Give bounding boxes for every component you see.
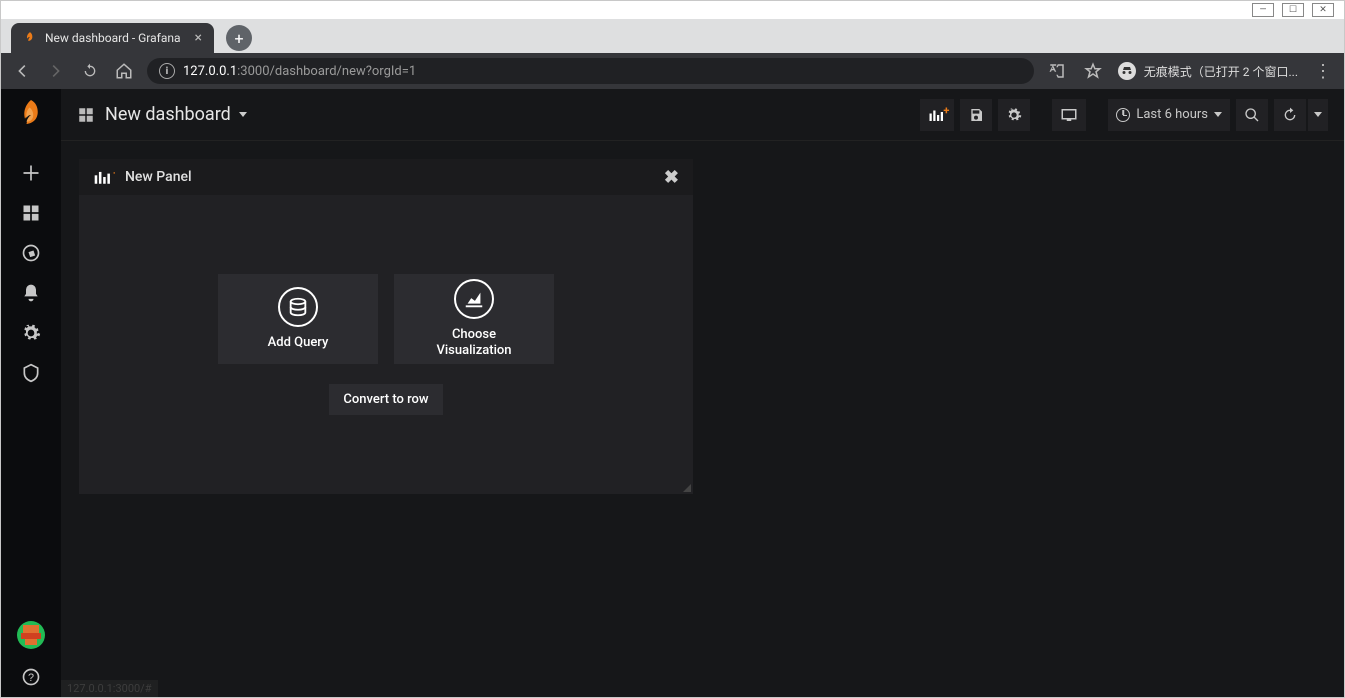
zoom-out-button[interactable] xyxy=(1236,99,1268,131)
browser-tab[interactable]: New dashboard - Grafana × xyxy=(11,23,214,53)
reload-button[interactable] xyxy=(79,60,101,82)
configuration-icon[interactable] xyxy=(11,313,51,353)
dashboard-title: New dashboard xyxy=(105,104,231,125)
new-panel: + New Panel ✖ Add Quer xyxy=(79,159,693,494)
create-icon[interactable] xyxy=(11,153,51,193)
tab-close-icon[interactable]: × xyxy=(195,30,202,46)
browser-tab-strip: New dashboard - Grafana × + xyxy=(1,19,1344,53)
help-icon[interactable]: ? xyxy=(11,657,51,697)
svg-text:+: + xyxy=(113,168,115,179)
plus-badge-icon: + xyxy=(943,104,949,117)
translate-icon[interactable] xyxy=(1046,60,1068,82)
dashboard-canvas: + New Panel ✖ Add Quer xyxy=(61,141,1344,697)
panel-close-icon[interactable]: ✖ xyxy=(664,167,679,188)
grafana-favicon-icon xyxy=(23,31,37,45)
incognito-indicator[interactable]: 无痕模式（已打开 2 个窗口... xyxy=(1118,62,1298,80)
choose-visualization-label: Choose Visualization xyxy=(436,327,511,360)
server-admin-icon[interactable] xyxy=(11,353,51,393)
sidebar: ? xyxy=(1,89,61,697)
chevron-down-icon xyxy=(1314,112,1322,117)
dashboard-title-dropdown[interactable]: New dashboard xyxy=(105,104,247,125)
new-tab-button[interactable]: + xyxy=(226,25,252,51)
window-close-button[interactable]: ✕ xyxy=(1312,3,1334,17)
dashboard-settings-button[interactable] xyxy=(998,99,1030,131)
forward-button[interactable] xyxy=(45,60,67,82)
refresh-interval-dropdown[interactable] xyxy=(1308,99,1328,131)
browser-toolbar: i 127.0.0.1:3000/dashboard/new?orgId=1 无… xyxy=(1,53,1344,89)
add-query-label: Add Query xyxy=(268,335,329,351)
database-icon xyxy=(278,287,318,327)
status-url-preview: 127.0.0.1:3000/# xyxy=(61,680,158,697)
address-bar[interactable]: i 127.0.0.1:3000/dashboard/new?orgId=1 xyxy=(147,58,1034,84)
save-dashboard-button[interactable] xyxy=(960,99,992,131)
time-range-label: Last 6 hours xyxy=(1136,107,1208,122)
caret-down-icon xyxy=(239,112,247,117)
bookmark-star-icon[interactable] xyxy=(1082,60,1104,82)
choose-visualization-card[interactable]: Choose Visualization xyxy=(394,274,554,364)
url-path: :3000/dashboard/new?orgId=1 xyxy=(237,64,416,79)
browser-menu-icon[interactable]: ⋮ xyxy=(1312,60,1334,82)
cycle-view-mode-button[interactable] xyxy=(1052,99,1086,131)
url-host: 127.0.0.1 xyxy=(183,64,237,79)
alerting-icon[interactable] xyxy=(11,273,51,313)
panel-title: New Panel xyxy=(125,169,192,185)
incognito-label: 无痕模式（已打开 2 个窗口... xyxy=(1144,63,1298,80)
add-panel-button[interactable]: + xyxy=(920,99,954,131)
time-range-picker[interactable]: Last 6 hours xyxy=(1108,99,1230,131)
chart-icon xyxy=(454,279,494,319)
clock-icon xyxy=(1116,108,1130,122)
window-minimize-button[interactable]: — xyxy=(1252,3,1274,17)
site-info-icon[interactable]: i xyxy=(159,63,175,79)
url-text: 127.0.0.1:3000/dashboard/new?orgId=1 xyxy=(183,64,416,79)
add-query-card[interactable]: Add Query xyxy=(218,274,378,364)
panel-resize-handle[interactable] xyxy=(683,484,691,492)
dashboards-icon[interactable] xyxy=(11,193,51,233)
window-maximize-button[interactable]: ☐ xyxy=(1282,3,1304,17)
browser-tab-title: New dashboard - Grafana xyxy=(45,31,181,45)
convert-to-row-button[interactable]: Convert to row xyxy=(329,384,442,415)
dashboards-grid-icon xyxy=(77,106,95,124)
back-button[interactable] xyxy=(11,60,33,82)
incognito-icon xyxy=(1118,62,1136,80)
panel-header[interactable]: + New Panel ✖ xyxy=(79,159,693,195)
home-button[interactable] xyxy=(113,60,135,82)
dashboard-topbar: New dashboard + xyxy=(61,89,1344,141)
explore-icon[interactable] xyxy=(11,233,51,273)
refresh-button[interactable] xyxy=(1274,99,1306,131)
user-avatar[interactable] xyxy=(17,621,45,649)
svg-text:?: ? xyxy=(28,672,34,684)
grafana-logo-icon[interactable] xyxy=(11,95,51,135)
chevron-down-icon xyxy=(1214,112,1222,117)
panel-bars-icon: + xyxy=(93,168,115,186)
